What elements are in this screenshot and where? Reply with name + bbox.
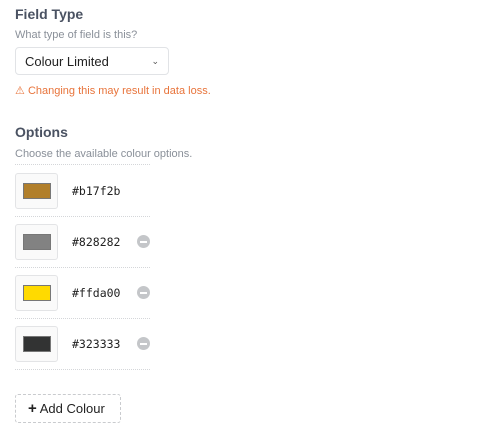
options-description: Choose the available colour options. (15, 148, 193, 160)
plus-icon: + (28, 400, 37, 417)
divider (15, 267, 150, 268)
add-colour-label: Add Colour (39, 401, 105, 416)
colour-swatch-button[interactable] (15, 326, 58, 362)
select-value: Colour Limited (25, 54, 109, 69)
colour-hex[interactable]: #b17f2b (72, 184, 120, 198)
add-colour-button[interactable]: + Add Colour (15, 394, 121, 423)
field-type-select[interactable]: Colour Limited ⌄ (15, 47, 169, 75)
warning-text: Changing this may result in data loss. (27, 85, 211, 97)
colour-option: #ffda00 (15, 275, 175, 313)
warning-icon: ⚠ (15, 85, 25, 97)
colour-option: #828282 (15, 224, 175, 262)
colour-hex[interactable]: #ffda00 (72, 286, 120, 300)
options-heading: Options (15, 124, 68, 140)
divider (15, 369, 150, 370)
remove-icon[interactable] (137, 286, 150, 299)
colour-hex[interactable]: #828282 (72, 235, 120, 249)
divider (15, 318, 150, 319)
divider (15, 164, 150, 165)
divider (15, 216, 150, 217)
remove-icon[interactable] (137, 337, 150, 350)
colour-swatch-button[interactable] (15, 173, 58, 209)
remove-icon[interactable] (137, 235, 150, 248)
colour-swatch (23, 285, 51, 301)
colour-swatch (23, 183, 51, 199)
chevron-down-icon: ⌄ (151, 56, 159, 66)
colour-option: #b17f2b (15, 173, 175, 211)
colour-swatch-button[interactable] (15, 224, 58, 260)
colour-swatch (23, 234, 51, 250)
colour-swatch-button[interactable] (15, 275, 58, 311)
colour-swatch (23, 336, 51, 352)
field-type-heading: Field Type (15, 6, 84, 22)
field-type-description: What type of field is this? (15, 29, 138, 41)
data-loss-warning: ⚠ Changing this may result in data loss. (15, 84, 211, 97)
colour-hex[interactable]: #323333 (72, 337, 120, 351)
colour-option: #323333 (15, 326, 175, 364)
